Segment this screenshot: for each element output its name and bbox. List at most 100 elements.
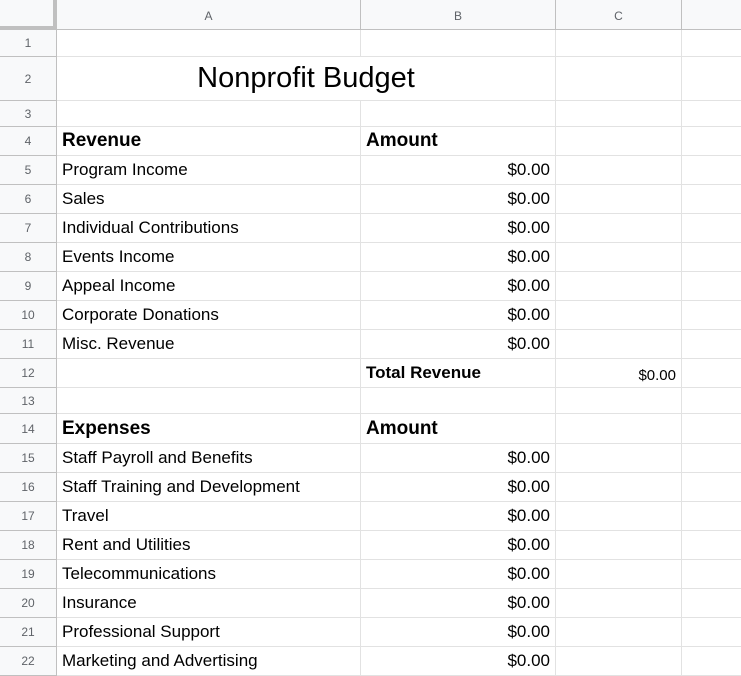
cell-c21[interactable] [556, 618, 682, 647]
cell-c22[interactable] [556, 647, 682, 676]
cell-d20[interactable] [682, 589, 741, 618]
row-header[interactable]: 3 [0, 101, 57, 127]
expense-item-amount[interactable]: $0.00 [361, 618, 556, 647]
row-header[interactable]: 10 [0, 301, 57, 330]
cell-d16[interactable] [682, 473, 741, 502]
cell-d8[interactable] [682, 243, 741, 272]
cell-d5[interactable] [682, 156, 741, 185]
cell-c16[interactable] [556, 473, 682, 502]
revenue-item-label[interactable]: Program Income [57, 156, 361, 185]
revenue-item-amount[interactable]: $0.00 [361, 272, 556, 301]
expense-item-label[interactable]: Staff Training and Development [57, 473, 361, 502]
expense-item-amount[interactable]: $0.00 [361, 589, 556, 618]
row-header[interactable]: 8 [0, 243, 57, 272]
cell-b1[interactable] [361, 30, 556, 57]
expense-item-amount[interactable]: $0.00 [361, 647, 556, 676]
expense-item-amount[interactable]: $0.00 [361, 560, 556, 589]
row-header[interactable]: 4 [0, 127, 57, 156]
cell-c6[interactable] [556, 185, 682, 214]
row-header[interactable]: 5 [0, 156, 57, 185]
cell-c9[interactable] [556, 272, 682, 301]
cell-d7[interactable] [682, 214, 741, 243]
cell-c13[interactable] [556, 388, 682, 414]
cell-d17[interactable] [682, 502, 741, 531]
revenue-amount-header[interactable]: Amount [361, 127, 556, 156]
row-header[interactable]: 15 [0, 444, 57, 473]
row-header[interactable]: 11 [0, 330, 57, 359]
row-header[interactable]: 14 [0, 414, 57, 444]
cell-c10[interactable] [556, 301, 682, 330]
revenue-item-amount[interactable]: $0.00 [361, 185, 556, 214]
row-header[interactable]: 19 [0, 560, 57, 589]
cell-c15[interactable] [556, 444, 682, 473]
cell-d15[interactable] [682, 444, 741, 473]
cell-a13[interactable] [57, 388, 361, 414]
expense-item-label[interactable]: Travel [57, 502, 361, 531]
revenue-item-label[interactable]: Individual Contributions [57, 214, 361, 243]
sheet-title[interactable]: Nonprofit Budget [57, 57, 556, 101]
cell-d11[interactable] [682, 330, 741, 359]
cell-d3[interactable] [682, 101, 741, 127]
revenue-item-label[interactable]: Events Income [57, 243, 361, 272]
cell-d6[interactable] [682, 185, 741, 214]
cell-d22[interactable] [682, 647, 741, 676]
revenue-item-amount[interactable]: $0.00 [361, 214, 556, 243]
cell-d1[interactable] [682, 30, 741, 57]
cell-c17[interactable] [556, 502, 682, 531]
cell-d21[interactable] [682, 618, 741, 647]
column-header-d[interactable] [682, 0, 741, 30]
cell-d2[interactable] [682, 57, 741, 101]
row-header[interactable]: 2 [0, 57, 57, 101]
row-header[interactable]: 18 [0, 531, 57, 560]
expense-item-label[interactable]: Insurance [57, 589, 361, 618]
row-header[interactable]: 1 [0, 30, 57, 57]
expense-item-label[interactable]: Professional Support [57, 618, 361, 647]
expense-item-label[interactable]: Rent and Utilities [57, 531, 361, 560]
cell-c5[interactable] [556, 156, 682, 185]
revenue-item-amount[interactable]: $0.00 [361, 330, 556, 359]
revenue-item-amount[interactable]: $0.00 [361, 243, 556, 272]
cell-d19[interactable] [682, 560, 741, 589]
cell-c2[interactable] [556, 57, 682, 101]
cell-d9[interactable] [682, 272, 741, 301]
cell-c18[interactable] [556, 531, 682, 560]
cell-c20[interactable] [556, 589, 682, 618]
cell-d10[interactable] [682, 301, 741, 330]
cell-b3[interactable] [361, 101, 556, 127]
cell-a12[interactable] [57, 359, 361, 388]
expense-item-label[interactable]: Marketing and Advertising [57, 647, 361, 676]
revenue-header[interactable]: Revenue [57, 127, 361, 156]
cell-c4[interactable] [556, 127, 682, 156]
cell-d18[interactable] [682, 531, 741, 560]
revenue-item-amount[interactable]: $0.00 [361, 156, 556, 185]
row-header[interactable]: 16 [0, 473, 57, 502]
cell-c1[interactable] [556, 30, 682, 57]
row-header[interactable]: 17 [0, 502, 57, 531]
cell-c8[interactable] [556, 243, 682, 272]
expenses-amount-header[interactable]: Amount [361, 414, 556, 444]
cell-c19[interactable] [556, 560, 682, 589]
cell-a1[interactable] [57, 30, 361, 57]
cell-d4[interactable] [682, 127, 741, 156]
expense-item-label[interactable]: Telecommunications [57, 560, 361, 589]
row-header[interactable]: 12 [0, 359, 57, 388]
expense-item-amount[interactable]: $0.00 [361, 531, 556, 560]
cell-c7[interactable] [556, 214, 682, 243]
row-header[interactable]: 20 [0, 589, 57, 618]
column-header-c[interactable]: C [556, 0, 682, 30]
expense-item-amount[interactable]: $0.00 [361, 473, 556, 502]
expense-item-label[interactable]: Staff Payroll and Benefits [57, 444, 361, 473]
expense-item-amount[interactable]: $0.00 [361, 502, 556, 531]
cell-c14[interactable] [556, 414, 682, 444]
expenses-header[interactable]: Expenses [57, 414, 361, 444]
cell-b13[interactable] [361, 388, 556, 414]
column-header-b[interactable]: B [361, 0, 556, 30]
column-header-a[interactable]: A [57, 0, 361, 30]
revenue-item-label[interactable]: Misc. Revenue [57, 330, 361, 359]
cell-d13[interactable] [682, 388, 741, 414]
cell-c11[interactable] [556, 330, 682, 359]
cell-d14[interactable] [682, 414, 741, 444]
cell-d12[interactable] [682, 359, 741, 388]
row-header[interactable]: 22 [0, 647, 57, 676]
total-revenue-value[interactable]: $0.00 [556, 359, 682, 388]
